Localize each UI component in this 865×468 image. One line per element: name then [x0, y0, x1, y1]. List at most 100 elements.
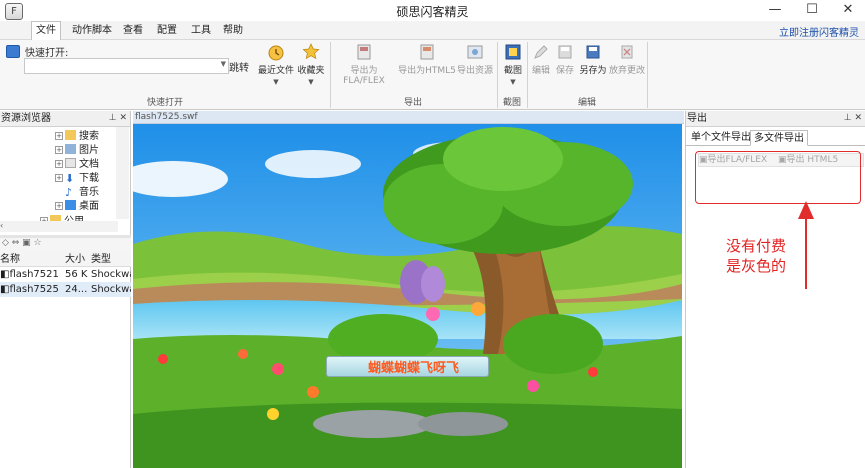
dropdown-arrow-icon: ▼ — [510, 78, 516, 86]
edit-button[interactable]: 编辑 — [530, 42, 552, 94]
recent-files-button[interactable]: 最近文件 ▼ — [257, 42, 295, 94]
expand-icon[interactable]: + — [55, 160, 63, 168]
export-fla-icon — [357, 44, 371, 60]
tree-item-pictures[interactable]: + 图片 — [55, 144, 99, 158]
quick-open-input[interactable]: ▼ — [24, 58, 229, 74]
chevron-down-icon[interactable]: ▼ — [221, 60, 226, 68]
document-area: flash7525.swf 蝴蝶蝴蝶飞呀飞 — [131, 111, 684, 468]
screenshot-label: 截图 — [503, 66, 522, 76]
group-label-quick-open: 快速打开 — [146, 98, 183, 108]
document-tab[interactable]: flash7525.swf — [133, 111, 684, 124]
pictures-folder-icon — [65, 144, 76, 154]
tree-item-music[interactable]: ♪ 音乐 — [65, 186, 99, 200]
documents-folder-icon — [65, 158, 76, 168]
caption-text: 蝴蝶蝴蝶飞呀飞 — [368, 361, 460, 376]
close-button[interactable]: ✕ — [828, 0, 865, 20]
save-button[interactable]: 保存 — [554, 42, 576, 94]
discard-changes-button[interactable]: 放弃更改 — [608, 42, 646, 94]
quick-open-label: 快速打开: — [25, 48, 69, 59]
file-type: Shockwa — [91, 269, 131, 280]
menu-tools[interactable]: 工具 — [191, 23, 211, 39]
group-separator — [647, 42, 648, 108]
favorites-label: 收藏夹 — [297, 66, 325, 76]
pencil-icon — [534, 45, 548, 59]
expand-icon[interactable]: + — [55, 202, 63, 210]
jump-button[interactable]: 跳转 — [229, 59, 249, 74]
expand-icon[interactable]: + — [55, 174, 63, 182]
dropdown-arrow-icon: ▼ — [308, 78, 314, 86]
tree-item-downloads[interactable]: + ⬇ 下载 — [55, 172, 99, 186]
save-as-button[interactable]: 另存为 — [578, 42, 608, 94]
expand-icon[interactable]: + — [55, 132, 63, 140]
export-panel: 导出 ⊥ ✕ 单个文件导出 多文件导出 ▣导出FLA/FLEX ▣导出 HTML… — [685, 111, 865, 468]
discard-changes-label: 放弃更改 — [608, 66, 645, 76]
column-header-name[interactable]: 名称 — [0, 252, 63, 266]
expand-icon[interactable]: + — [55, 146, 63, 154]
title-bar: F 硕思闪客精灵 — ☐ ✕ — [0, 0, 865, 22]
minimize-button[interactable]: — — [755, 0, 795, 20]
resource-browser-panel: 资源浏览器 ⊥ ✕ +搜索 +图片 +文档 +⬇下载 ♪音乐 +桌面 +公用 ‹… — [0, 111, 131, 468]
download-arrow-icon: ⬇ — [65, 172, 75, 185]
ribbon: 快速打开: ▼ 跳转 最近文件 ▼ 收藏夹 ▼ 快速打开 导出为FLA/FLEX… — [0, 40, 865, 110]
tree-item-desktop[interactable]: + 桌面 — [55, 200, 99, 214]
file-size: 24... — [65, 284, 88, 295]
maximize-button[interactable]: ☐ — [792, 0, 832, 20]
tree-item-documents[interactable]: + 文档 — [55, 158, 99, 172]
group-label-screenshot: 截图 — [502, 98, 521, 108]
register-link[interactable]: 立即注册闪客精灵 — [779, 24, 859, 39]
file-row[interactable]: ◧flash7521 56 K Shockwa — [0, 267, 131, 282]
tree-item-label: 下载 — [79, 173, 99, 184]
dropdown-arrow-icon: ▼ — [273, 78, 279, 86]
flash-stage[interactable]: 蝴蝶蝴蝶飞呀飞 — [133, 124, 682, 468]
menu-file[interactable]: 文件 — [31, 21, 61, 40]
tree-horizontal-scrollbar[interactable]: ‹ — [0, 221, 118, 232]
file-list-header: 名称 大小 类型 — [0, 252, 131, 267]
resource-browser-title: 资源浏览器 — [1, 113, 51, 124]
file-list: 名称 大小 类型 ◧flash7521 56 K Shockwa ◧flash7… — [0, 252, 131, 297]
music-note-icon: ♪ — [65, 186, 73, 199]
file-name: ◧flash7525 — [0, 284, 59, 295]
tree-item-label: 音乐 — [79, 187, 99, 198]
export-resources-button[interactable]: 导出资源 — [456, 42, 494, 94]
export-html5-icon — [420, 44, 434, 60]
screenshot-button[interactable]: 截图 ▼ — [500, 42, 526, 94]
file-name: ◧flash7521 — [0, 269, 59, 280]
edit-label: 编辑 — [531, 66, 550, 76]
desktop-icon — [65, 200, 76, 210]
export-fla-label: 导出为FLA/FLEX — [343, 66, 385, 86]
tree-item-search[interactable]: + 搜索 — [55, 130, 99, 144]
export-html5-button[interactable]: 导出为HTML5 — [398, 42, 456, 94]
file-size: 56 K — [65, 269, 88, 280]
cartoon-scene-image — [133, 124, 682, 468]
file-list-toolbar: ◇ ⇔ ▣ ☆ — [0, 238, 131, 252]
file-row-selected[interactable]: ◧flash7525 24... Shockwa — [0, 282, 131, 297]
export-html5-label: 导出为HTML5 — [398, 66, 456, 76]
menu-actionscript[interactable]: 动作脚本 — [72, 23, 112, 39]
menu-view[interactable]: 查看 — [123, 23, 143, 39]
screenshot-icon — [505, 44, 521, 60]
favorites-button[interactable]: 收藏夹 ▼ — [296, 42, 326, 94]
folder-open-icon — [6, 45, 20, 58]
group-label-export: 导出 — [403, 98, 422, 108]
export-resources-label: 导出资源 — [456, 66, 493, 76]
column-header-size[interactable]: 大小 — [65, 252, 89, 266]
menu-help[interactable]: 帮助 — [223, 23, 243, 39]
tree-vertical-scrollbar[interactable] — [116, 127, 129, 219]
export-resources-icon — [467, 45, 483, 59]
discard-icon — [621, 45, 633, 59]
export-fla-button[interactable]: 导出为FLA/FLEX — [331, 42, 397, 94]
column-header-type[interactable]: 类型 — [91, 252, 131, 266]
resource-browser-header: 资源浏览器 ⊥ ✕ — [0, 111, 130, 127]
panel-pin-close-icons[interactable]: ⊥ ✕ — [109, 111, 127, 126]
tree-item-label: 文档 — [79, 159, 99, 170]
floppy-disk-icon — [586, 45, 600, 59]
group-label-edit: 编辑 — [577, 98, 596, 108]
tree-item-label: 搜索 — [79, 131, 99, 142]
toolbar-icons[interactable]: ◇ ⇔ ▣ ☆ — [2, 238, 42, 248]
search-folder-icon — [65, 130, 76, 140]
menu-bar: 文件 动作脚本 查看 配置 工具 帮助 立即注册闪客精灵 — [0, 21, 865, 40]
window-title: 硕思闪客精灵 — [396, 5, 469, 19]
menu-config[interactable]: 配置 — [157, 23, 177, 39]
clock-icon — [268, 45, 284, 61]
tree-item-label: 图片 — [79, 145, 99, 156]
